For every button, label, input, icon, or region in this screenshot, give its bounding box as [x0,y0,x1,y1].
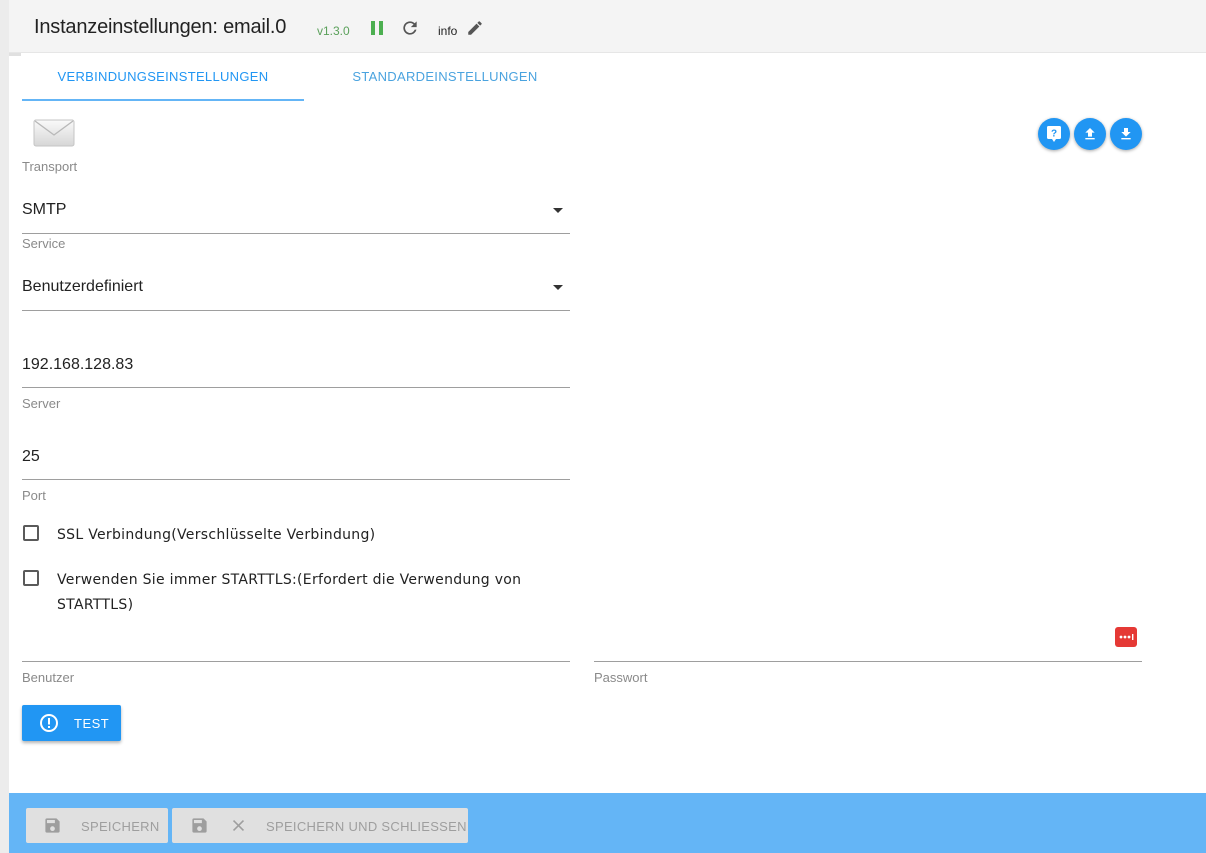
user-input[interactable] [22,661,570,662]
tab-connection-settings[interactable]: VERBINDUNGSEINSTELLUNGEN [22,69,304,84]
close-icon [232,819,245,832]
dialog-header: Instanzeinstellungen: email.0 v1.3.0 inf… [9,0,1206,53]
save-icon [192,818,207,833]
port-underline [22,479,570,480]
starttls-checkbox[interactable] [23,570,39,586]
transport-select-value[interactable]: SMTP [22,201,66,219]
service-dropdown-arrow-icon[interactable] [553,285,563,290]
port-label: Port [22,488,46,503]
user-label: Benutzer [22,670,75,685]
active-tab-indicator [22,99,304,101]
ssl-checkbox-label: SSL Verbindung(Verschlüsselte Verbindung… [57,527,376,543]
save-and-close-button-label: SPEICHERN UND SCHLIESSEN [266,819,467,834]
transport-underline [22,233,570,234]
save-icon [45,818,60,833]
info-label: info [438,24,458,38]
service-underline [22,310,570,311]
password-label: Passwort [594,670,648,685]
transport-dropdown-arrow-icon[interactable] [553,208,563,213]
alert-circle-icon [40,714,58,732]
version-label: v1.3.0 [317,24,350,38]
port-input[interactable]: 25 [22,448,40,466]
tab-default-settings[interactable]: STANDARDEINSTELLUNGEN [304,69,586,84]
upload-icon [1085,128,1095,140]
help-button[interactable]: ? [1038,118,1070,150]
ssl-checkbox[interactable] [23,525,39,541]
test-button[interactable]: TEST [22,705,121,741]
server-label: Server [22,396,61,411]
save-and-close-button[interactable]: SPEICHERN UND SCHLIESSEN [172,808,468,843]
email-logo-icon [33,119,75,147]
pause-icon[interactable] [370,20,384,36]
starttls-checkbox-label-line1: Verwenden Sie immer STARTTLS:(Erfordert … [57,572,522,588]
service-label: Service [22,236,66,251]
upload-button[interactable] [1074,118,1106,150]
svg-text:?: ? [1051,129,1057,140]
page-title: Instanzeinstellungen: email.0 [34,16,287,38]
download-button[interactable] [1110,118,1142,150]
edit-icon[interactable] [466,19,484,37]
save-button-label: SPEICHERN [81,819,160,834]
help-icon: ? [1047,126,1061,142]
server-input[interactable]: 192.168.128.83 [22,356,133,374]
refresh-icon[interactable] [400,18,420,38]
service-select-value[interactable]: Benutzerdefiniert [22,278,143,296]
server-underline [22,387,570,388]
starttls-checkbox-label-line2: STARTTLS) [57,597,134,613]
password-visibility-icon[interactable] [1115,627,1137,647]
left-edge [0,0,21,853]
download-icon [1121,128,1131,140]
transport-label: Transport [22,159,78,174]
save-button[interactable]: SPEICHERN [26,808,168,843]
password-input[interactable] [594,661,1142,662]
footer-bar: SPEICHERN SPEICHERN UND SCHLIESSEN [9,793,1206,853]
test-button-label: TEST [74,716,110,731]
